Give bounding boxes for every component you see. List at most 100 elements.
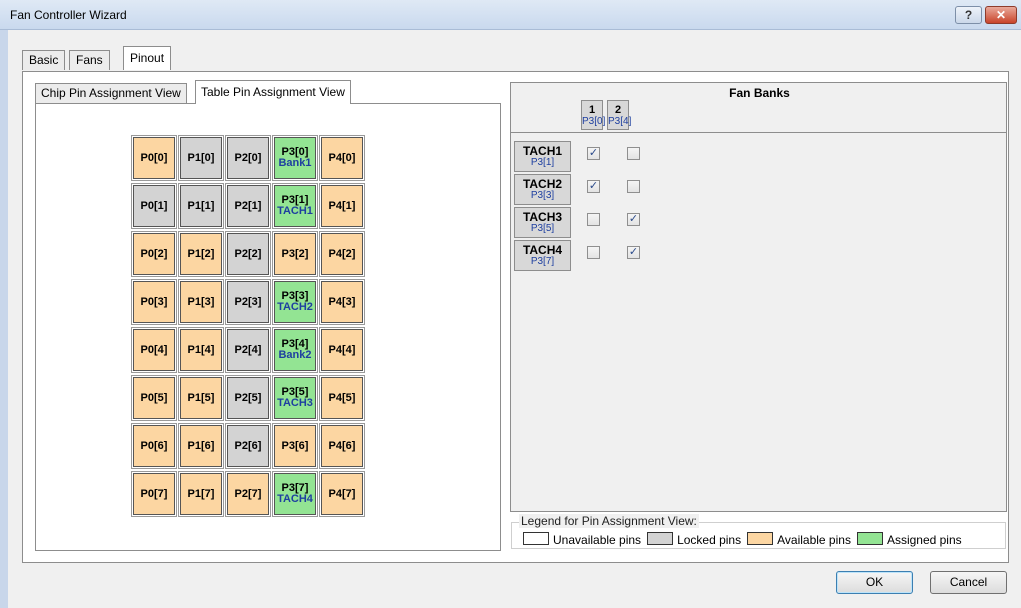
pin-assignment-label: Bank1 bbox=[278, 157, 312, 169]
pin-cell[interactable]: P2[1] bbox=[225, 183, 271, 229]
tach-pin: P3[1] bbox=[530, 157, 555, 168]
pin-cell[interactable]: P2[5] bbox=[225, 375, 271, 421]
pin-cell[interactable]: P3[5] TACH3 bbox=[272, 375, 318, 421]
pin-label: P0[7] bbox=[140, 487, 168, 500]
ok-button[interactable]: OK bbox=[836, 571, 913, 594]
pin-label: P2[7] bbox=[234, 487, 262, 500]
tab-chip-pin-assignment-view[interactable]: Chip Pin Assignment View bbox=[35, 83, 187, 103]
pin-cell[interactable]: P4[3] bbox=[319, 279, 365, 325]
legend-item: Available pins bbox=[747, 532, 851, 547]
legend-item: Assigned pins bbox=[856, 532, 962, 547]
bank-checkbox-3-1[interactable] bbox=[587, 213, 600, 226]
pin-cell[interactable]: P1[2] bbox=[178, 231, 224, 277]
bank-checkbox-4-2[interactable]: ✓ bbox=[627, 246, 640, 259]
bank-checkbox-3-2[interactable]: ✓ bbox=[627, 213, 640, 226]
bank-pin: P3[4] bbox=[608, 116, 632, 127]
tach-pin: P3[3] bbox=[530, 190, 555, 201]
pin-cell[interactable]: P4[1] bbox=[319, 183, 365, 229]
tab-table-pin-assignment-view[interactable]: Table Pin Assignment View bbox=[195, 80, 351, 104]
legend-label: Unavailable pins bbox=[553, 533, 642, 547]
cancel-button[interactable]: Cancel bbox=[930, 571, 1007, 594]
pin-label: P2[5] bbox=[234, 391, 262, 404]
pin-label: P1[4] bbox=[187, 343, 215, 356]
bank-checkbox-1-1[interactable]: ✓ bbox=[587, 147, 600, 160]
pin-label: P4[0] bbox=[328, 151, 356, 164]
bank-checkbox-1-2[interactable] bbox=[627, 147, 640, 160]
legend-swatch bbox=[523, 532, 549, 545]
pin-cell[interactable]: P2[0] bbox=[225, 135, 271, 181]
pin-cell[interactable]: P3[7] TACH4 bbox=[272, 471, 318, 517]
pin-label: P2[4] bbox=[234, 343, 262, 356]
pin-label: P0[5] bbox=[140, 391, 168, 404]
legend: Legend for Pin Assignment View: Unavaila… bbox=[511, 514, 1007, 550]
tach-pin: P3[7] bbox=[530, 256, 555, 267]
pin-cell[interactable]: P0[7] bbox=[131, 471, 177, 517]
fan-banks-panel: Fan Banks 1 P3[0] 2 P3[4] TACH1 P3[1] ✓ TAC… bbox=[510, 82, 1007, 512]
pin-label: P0[1] bbox=[140, 199, 168, 212]
pin-cell[interactable]: P4[5] bbox=[319, 375, 365, 421]
pin-cell[interactable]: P4[7] bbox=[319, 471, 365, 517]
pin-label: P4[6] bbox=[328, 439, 356, 452]
tab-pinout[interactable]: Pinout bbox=[123, 46, 172, 70]
pin-cell[interactable]: P3[6] bbox=[272, 423, 318, 469]
pin-cell[interactable]: P4[0] bbox=[319, 135, 365, 181]
pin-cell[interactable]: P1[3] bbox=[178, 279, 224, 325]
pin-cell[interactable]: P3[1] TACH1 bbox=[272, 183, 318, 229]
pin-label: P2[3] bbox=[234, 295, 262, 308]
tach-label-2: TACH2 P3[3] bbox=[514, 174, 571, 205]
bank-checkbox-4-1[interactable] bbox=[587, 246, 600, 259]
pin-cell[interactable]: P1[5] bbox=[178, 375, 224, 421]
pin-cell[interactable]: P1[7] bbox=[178, 471, 224, 517]
pin-cell[interactable]: P3[0] Bank1 bbox=[272, 135, 318, 181]
tab-fans[interactable]: Fans bbox=[69, 50, 110, 70]
pin-label: P1[5] bbox=[187, 391, 215, 404]
tach-pin: P3[5] bbox=[530, 223, 555, 234]
pin-label: P1[7] bbox=[187, 487, 215, 500]
pin-cell[interactable]: P0[0] bbox=[131, 135, 177, 181]
pin-label: P3[2] bbox=[281, 247, 309, 260]
pin-cell[interactable]: P3[4] Bank2 bbox=[272, 327, 318, 373]
pin-cell[interactable]: P0[3] bbox=[131, 279, 177, 325]
pin-label: P1[1] bbox=[187, 199, 215, 212]
pin-label: P2[2] bbox=[234, 247, 262, 260]
pin-label: P2[6] bbox=[234, 439, 262, 452]
pin-assignment-label: TACH3 bbox=[277, 397, 313, 409]
bank-checkbox-2-1[interactable]: ✓ bbox=[587, 180, 600, 193]
pin-cell[interactable]: P1[1] bbox=[178, 183, 224, 229]
pin-label: P1[2] bbox=[187, 247, 215, 260]
pin-cell[interactable]: P2[6] bbox=[225, 423, 271, 469]
legend-item: Locked pins bbox=[647, 532, 741, 547]
pin-cell[interactable]: P0[1] bbox=[131, 183, 177, 229]
legend-item: Unavailable pins bbox=[523, 532, 641, 547]
close-button[interactable]: ✕ bbox=[985, 6, 1017, 24]
pin-cell[interactable]: P4[4] bbox=[319, 327, 365, 373]
legend-swatch bbox=[856, 532, 883, 545]
legend-label: Available pins bbox=[777, 533, 851, 547]
tab-basic[interactable]: Basic bbox=[22, 50, 66, 70]
pin-cell[interactable]: P0[5] bbox=[131, 375, 177, 421]
pin-cell[interactable]: P4[6] bbox=[319, 423, 365, 469]
pin-cell[interactable]: P4[2] bbox=[319, 231, 365, 277]
pin-cell[interactable]: P0[4] bbox=[131, 327, 177, 373]
pin-cell[interactable]: P1[6] bbox=[178, 423, 224, 469]
tach-name: TACH1 bbox=[522, 144, 563, 158]
pin-cell[interactable]: P2[3] bbox=[225, 279, 271, 325]
pin-cell[interactable]: P0[6] bbox=[131, 423, 177, 469]
pin-cell[interactable]: P2[2] bbox=[225, 231, 271, 277]
pin-label: P4[4] bbox=[328, 343, 356, 356]
pin-cell[interactable]: P1[4] bbox=[178, 327, 224, 373]
fan-banks-title: Fan Banks bbox=[729, 86, 790, 100]
pin-label: P3[6] bbox=[281, 439, 309, 452]
pin-cell[interactable]: P2[4] bbox=[225, 327, 271, 373]
header-divider bbox=[511, 132, 1006, 133]
tach-label-1: TACH1 P3[1] bbox=[514, 141, 571, 172]
help-button[interactable]: ? bbox=[955, 6, 982, 24]
pin-cell[interactable]: P2[7] bbox=[225, 471, 271, 517]
pin-cell[interactable]: P0[2] bbox=[131, 231, 177, 277]
pin-cell[interactable]: P3[3] TACH2 bbox=[272, 279, 318, 325]
pin-cell[interactable]: P1[0] bbox=[178, 135, 224, 181]
pin-label: P0[2] bbox=[140, 247, 168, 260]
bank-checkbox-2-2[interactable] bbox=[627, 180, 640, 193]
pin-cell[interactable]: P3[2] bbox=[272, 231, 318, 277]
pin-label: P4[5] bbox=[328, 391, 356, 404]
